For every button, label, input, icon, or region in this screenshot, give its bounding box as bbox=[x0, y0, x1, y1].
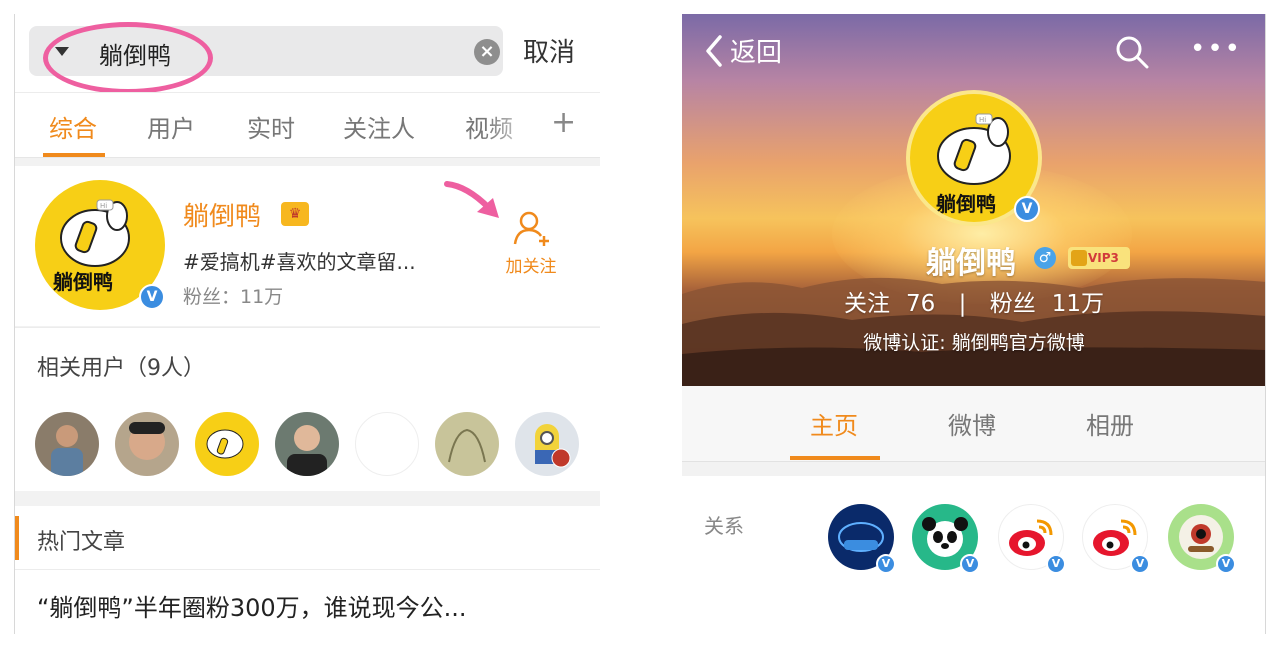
hot-articles-title: 热门文章 bbox=[37, 530, 126, 555]
user-name[interactable]: 躺倒鸭 bbox=[183, 196, 261, 233]
male-gender-icon: ♂ bbox=[1034, 247, 1056, 269]
profile-tabs: 主页 微博 相册 bbox=[682, 386, 1265, 462]
pink-arrow-annotation bbox=[444, 181, 499, 218]
tab-following[interactable]: 关注人 bbox=[343, 109, 415, 144]
relationship-label: 关系 bbox=[704, 514, 744, 538]
verified-badge-icon: V bbox=[139, 284, 165, 310]
search-icon[interactable] bbox=[1114, 34, 1150, 70]
tab-home[interactable]: 主页 bbox=[810, 406, 858, 441]
profile-stats: 关注 76 | 粉丝 11万 bbox=[682, 284, 1265, 318]
svg-text:Hi: Hi bbox=[979, 116, 986, 124]
more-options-icon[interactable]: ••• bbox=[1190, 34, 1242, 64]
related-users-section: 相关用户（9人） bbox=[15, 327, 600, 491]
fans-label[interactable]: 粉丝 bbox=[990, 291, 1036, 317]
search-tabs: 综合 用户 实时 关注人 视频 + bbox=[15, 92, 600, 158]
user-bio: #爱搞机#喜欢的文章留... bbox=[183, 250, 416, 274]
cancel-button[interactable]: 取消 bbox=[523, 32, 575, 69]
back-button[interactable]: 返回 bbox=[730, 32, 782, 69]
screenshot-root: 躺倒鸭 × 取消 综合 用户 实时 关注人 视频 + Hi bbox=[0, 0, 1280, 648]
verified-badge-icon: V bbox=[876, 554, 896, 574]
highlight-circle-annotation bbox=[43, 22, 213, 94]
minion-figure-icon bbox=[535, 424, 571, 468]
related-user-avatar[interactable] bbox=[195, 412, 259, 476]
verified-badge-icon: V bbox=[1216, 554, 1236, 574]
user-fans-count: 粉丝：11万 bbox=[183, 286, 284, 308]
fans-count[interactable]: 11万 bbox=[1052, 291, 1104, 317]
verified-badge-icon: V bbox=[1014, 196, 1040, 222]
vip-crown-icon bbox=[1071, 250, 1087, 266]
follow-label: 加关注 bbox=[505, 257, 557, 277]
article-link[interactable]: “躺倒鸭”半年圈粉300万，谁说现今公... bbox=[37, 588, 467, 623]
related-user-avatar[interactable] bbox=[515, 412, 579, 476]
user-result-card[interactable]: Hi 躺倒鸭 V 躺倒鸭 ♛ #爱搞机#喜欢的文章留... 粉丝：11万 加关注 bbox=[15, 166, 600, 326]
back-chevron-icon[interactable] bbox=[704, 34, 724, 68]
hot-articles-header: 热门文章 bbox=[15, 506, 600, 570]
tab-all[interactable]: 综合 bbox=[49, 109, 97, 144]
following-count[interactable]: 76 bbox=[906, 291, 935, 317]
search-bar: 躺倒鸭 × 取消 bbox=[15, 14, 600, 94]
stats-separator: | bbox=[958, 291, 967, 317]
related-user-avatar[interactable] bbox=[275, 412, 339, 476]
duck-mascot-icon bbox=[206, 429, 244, 459]
verification-info: 微博认证: 躺倒鸭官方微博 bbox=[863, 332, 1085, 354]
profile-cover: 返回 ••• Hi 躺倒鸭 V 躺倒鸭 ♂ VIP3 关注 76 | 粉丝 11… bbox=[682, 14, 1265, 386]
person-photo-icon bbox=[287, 425, 327, 476]
relationship-section: 关系 V V V V V bbox=[682, 476, 1265, 634]
related-users-title: 相关用户（9人） bbox=[37, 356, 205, 381]
active-tab-indicator bbox=[790, 456, 880, 460]
add-user-icon bbox=[513, 211, 549, 246]
avatar-name-text: 躺倒鸭 bbox=[936, 192, 996, 216]
vip-badge: VIP3 bbox=[1068, 247, 1130, 269]
search-results-pane: 躺倒鸭 × 取消 综合 用户 实时 关注人 视频 + Hi bbox=[14, 14, 600, 634]
sketch-image-icon bbox=[448, 428, 486, 463]
person-photo-icon bbox=[129, 422, 165, 460]
tab-fade-overlay bbox=[485, 93, 545, 157]
verified-badge-icon: V bbox=[960, 554, 980, 574]
vip-label: VIP3 bbox=[1088, 251, 1119, 265]
tab-album[interactable]: 相册 bbox=[1086, 406, 1134, 441]
verified-badge-icon: V bbox=[1046, 554, 1066, 574]
avatar-name-text: 躺倒鸭 bbox=[53, 270, 113, 294]
person-photo-icon bbox=[51, 425, 83, 476]
crown-badge-icon: ♛ bbox=[281, 202, 309, 226]
section-accent-bar bbox=[15, 516, 19, 560]
related-user-avatar[interactable] bbox=[115, 412, 179, 476]
following-label[interactable]: 关注 bbox=[844, 291, 890, 317]
svg-text:Hi: Hi bbox=[100, 202, 107, 210]
tab-realtime[interactable]: 实时 bbox=[247, 109, 295, 144]
follow-button[interactable]: 加关注 bbox=[501, 208, 561, 277]
tab-users[interactable]: 用户 bbox=[147, 109, 195, 144]
tab-weibo[interactable]: 微博 bbox=[948, 406, 996, 441]
related-user-avatar[interactable] bbox=[435, 412, 499, 476]
related-user-avatar[interactable] bbox=[355, 412, 419, 476]
clear-search-icon[interactable]: × bbox=[474, 39, 500, 65]
profile-name: 躺倒鸭 bbox=[926, 246, 1016, 281]
active-tab-indicator bbox=[43, 153, 105, 157]
add-tab-icon[interactable]: + bbox=[551, 105, 576, 140]
hot-articles-section: 热门文章 “躺倒鸭”半年圈粉300万，谁说现今公... bbox=[15, 506, 600, 634]
profile-pane: 返回 ••• Hi 躺倒鸭 V 躺倒鸭 ♂ VIP3 关注 76 | 粉丝 11… bbox=[682, 14, 1266, 634]
verified-badge-icon: V bbox=[1130, 554, 1150, 574]
related-user-avatar[interactable] bbox=[35, 412, 99, 476]
